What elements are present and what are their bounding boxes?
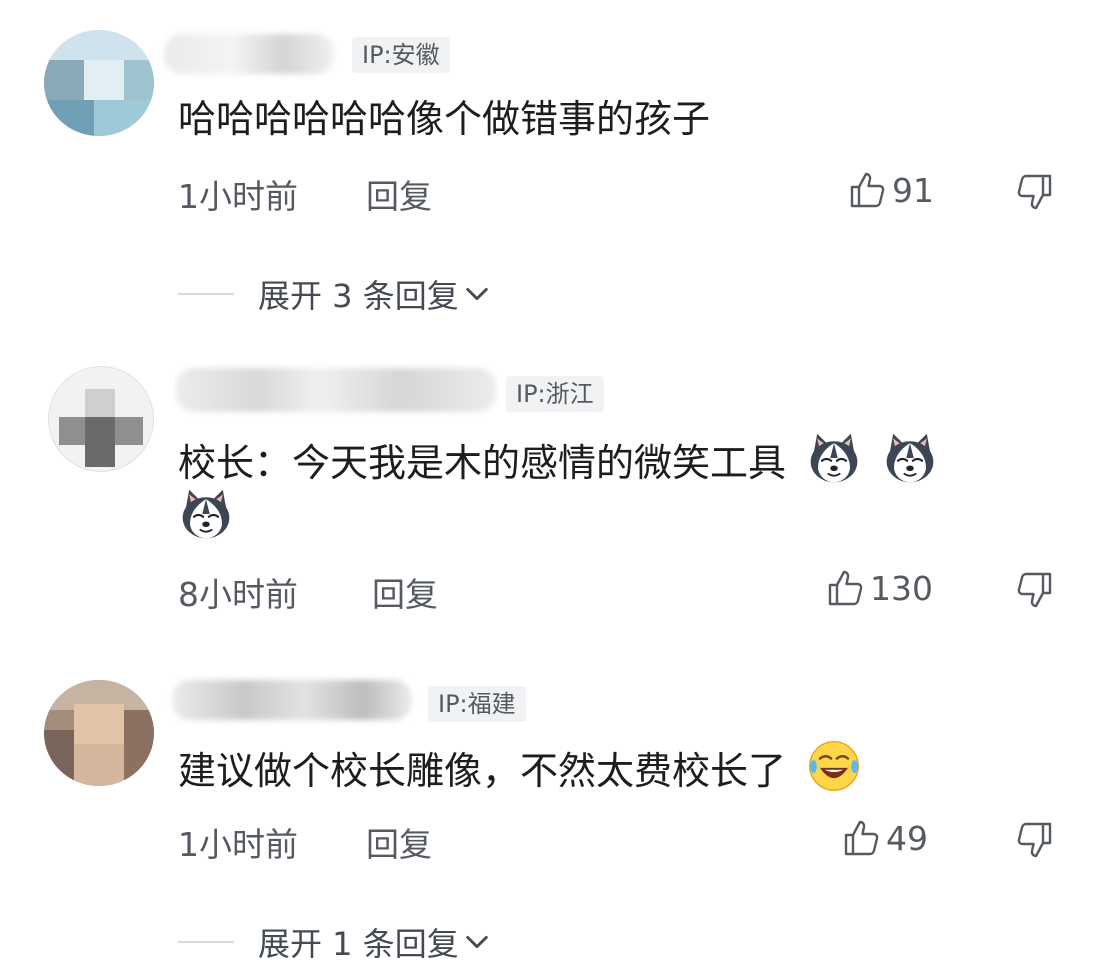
like-button[interactable]: 130 <box>826 568 933 608</box>
comment-text: 建议做个校长雕像，不然太费校长了 <box>178 738 862 798</box>
divider-line <box>178 293 234 295</box>
avatar[interactable] <box>48 366 154 472</box>
comment-text: 哈哈哈哈哈哈像个做错事的孩子 <box>178 92 710 146</box>
like-button[interactable]: 49 <box>842 818 928 858</box>
thumbs-down-icon[interactable] <box>1014 570 1054 610</box>
expand-replies-label: 展开 1 条回复 <box>258 925 459 963</box>
husky-emoji-icon <box>178 486 234 542</box>
comment-2: IP:浙江 校长：今天我是木的感情的微笑工具 8小时前 回复 130 <box>0 330 1116 650</box>
thumbs-down-icon[interactable] <box>1014 820 1054 860</box>
comment-time: 8小时前 <box>178 575 298 614</box>
reply-button[interactable]: 回复 <box>366 170 432 218</box>
expand-replies-button[interactable]: 展开 3 条回复 <box>178 272 491 316</box>
comment-3: IP:福建 建议做个校长雕像，不然太费校长了 1小时前 回复 49 展开 1 条… <box>0 650 1116 964</box>
chevron-down-icon <box>463 928 491 956</box>
avatar[interactable] <box>44 680 154 786</box>
expand-replies-label: 展开 3 条回复 <box>258 277 459 315</box>
like-count: 130 <box>870 568 933 608</box>
ip-location-tag: IP:浙江 <box>506 376 604 412</box>
reply-button[interactable]: 回复 <box>366 818 432 866</box>
thumbs-up-icon <box>842 818 882 858</box>
ip-location-tag: IP:安徽 <box>352 37 450 73</box>
emoji-row <box>178 486 234 546</box>
like-count: 49 <box>886 818 928 858</box>
thumbs-down-icon[interactable] <box>1014 172 1054 212</box>
thumbs-up-icon <box>826 568 866 608</box>
comment-text-body: 哈哈哈哈哈哈像个做错事的孩子 <box>178 97 711 141</box>
avatar[interactable] <box>44 30 154 136</box>
comment-time: 1小时前 <box>178 177 298 216</box>
comment-text-body: 校长：今天我是木的感情的微笑工具 <box>178 441 787 485</box>
thumbs-up-icon <box>848 170 888 210</box>
comment-text: 校长：今天我是木的感情的微笑工具 <box>178 430 938 490</box>
divider-line <box>178 941 234 943</box>
chevron-down-icon <box>463 280 491 308</box>
comment-text-body: 建议做个校长雕像，不然太费校长了 <box>178 749 787 793</box>
reply-button[interactable]: 回复 <box>372 568 438 616</box>
like-count: 91 <box>892 170 934 210</box>
comment-time: 1小时前 <box>178 825 298 864</box>
husky-emoji-icon <box>882 430 938 486</box>
husky-emoji-icon <box>806 430 862 486</box>
username-blurred[interactable] <box>176 368 496 412</box>
username-blurred[interactable] <box>164 34 334 74</box>
username-blurred[interactable] <box>172 680 412 720</box>
comment-1: IP:安徽 哈哈哈哈哈哈像个做错事的孩子 1小时前 回复 91 展开 3 条回复 <box>0 0 1116 330</box>
expand-replies-button[interactable]: 展开 1 条回复 <box>178 920 491 964</box>
like-button[interactable]: 91 <box>848 170 934 210</box>
laugh-cry-emoji-icon <box>806 738 862 794</box>
ip-location-tag: IP:福建 <box>428 686 526 722</box>
